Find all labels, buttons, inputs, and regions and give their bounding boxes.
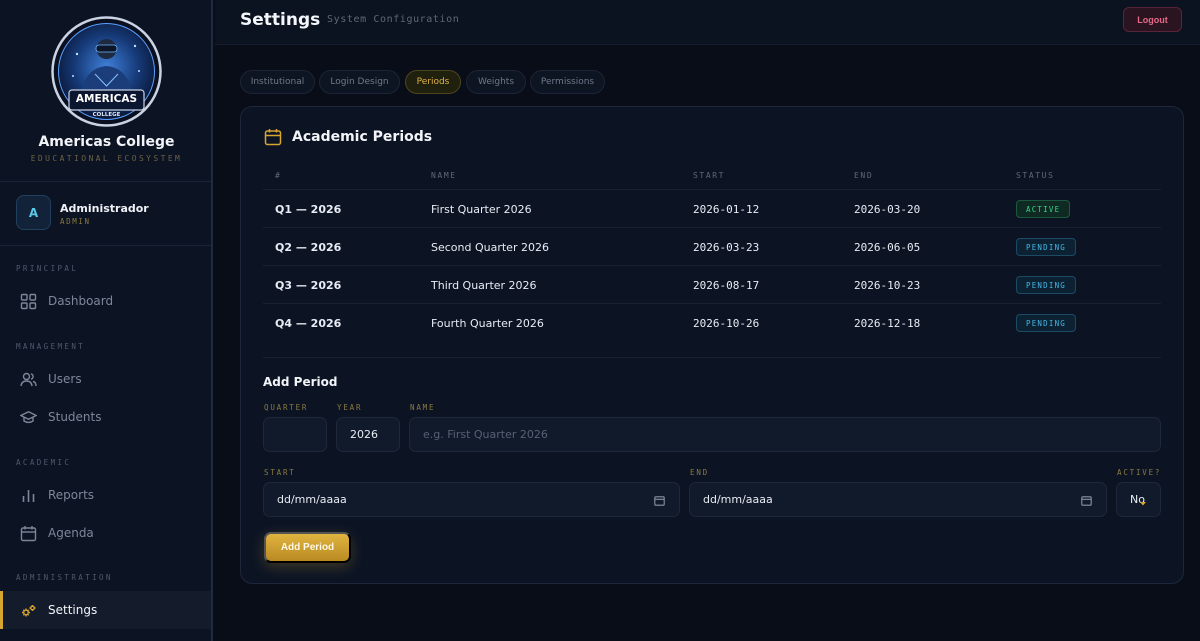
tab-login-design[interactable]: Login Design [319, 70, 400, 94]
period-start: 2026-01-12 [693, 203, 760, 216]
period-name: Fourth Quarter 2026 [431, 317, 544, 330]
tab-periods[interactable]: Periods [405, 70, 461, 94]
period-start: 2026-03-23 [693, 241, 760, 254]
start-date-input[interactable]: dd/mm/aaaa [263, 482, 680, 517]
section-title-administration: ADMINISTRATION [16, 573, 113, 582]
calendar-icon[interactable] [654, 495, 665, 506]
user-role: ADMIN [60, 217, 91, 226]
sidebar-item-agenda[interactable]: Agenda [0, 514, 211, 552]
column-header-number: # [275, 171, 282, 180]
period-end: 2026-12-18 [854, 317, 921, 330]
sidebar-item-reports[interactable]: Reports [0, 476, 211, 514]
status-badge: PENDING [1016, 314, 1077, 332]
users-icon [20, 371, 37, 388]
status-badge: ACTIVE [1016, 200, 1071, 218]
start-date-value: dd/mm/aaaa [277, 493, 347, 506]
card-title: Academic Periods [292, 129, 433, 145]
table-row[interactable]: Q2 — 2026 Second Quarter 2026 2026-03-23… [263, 227, 1161, 265]
chevron-down-icon [1139, 497, 1147, 510]
brand-name: Americas College [38, 134, 175, 150]
column-header-start: START [693, 171, 726, 180]
end-date-input[interactable]: dd/mm/aaaa [689, 482, 1107, 517]
sidebar-item-students[interactable]: Students [0, 398, 211, 436]
logout-button[interactable]: Logout [1123, 7, 1182, 32]
sidebar-divider [0, 245, 211, 246]
period-name: Third Quarter 2026 [431, 279, 537, 292]
user-name: Administrador [60, 202, 149, 215]
settings-icon [20, 602, 37, 619]
bar-chart-icon [20, 487, 37, 504]
period-name: Second Quarter 2026 [431, 241, 549, 254]
table-row[interactable]: Q3 — 2026 Third Quarter 2026 2026-08-17 … [263, 265, 1161, 303]
sidebar-item-label: Dashboard [48, 294, 114, 308]
period-code: Q4 — 2026 [275, 317, 342, 330]
table-row[interactable]: Q1 — 2026 First Quarter 2026 2026-01-12 … [263, 189, 1161, 227]
section-title-academic: ACADEMIC [16, 458, 72, 467]
column-header-status: STATUS [1016, 171, 1055, 180]
sidebar: AMERICAS COLLEGE Americas College EDUCAT… [0, 0, 213, 641]
quarter-input[interactable] [263, 417, 327, 452]
logo-text-americas: AMERICAS [76, 93, 137, 105]
calendar-icon [20, 525, 37, 542]
period-name: First Quarter 2026 [431, 203, 532, 216]
page-subtitle: System Configuration [327, 14, 460, 25]
end-label: END [690, 468, 709, 477]
status-badge: PENDING [1016, 276, 1077, 294]
sidebar-item-label: Agenda [48, 526, 94, 540]
year-label: YEAR [337, 403, 363, 412]
sidebar-item-label: Settings [48, 603, 98, 617]
tab-weights[interactable]: Weights [466, 70, 526, 94]
year-input[interactable]: 2026 [336, 417, 400, 452]
calendar-icon[interactable] [1081, 495, 1092, 506]
name-input[interactable]: e.g. First Quarter 2026 [409, 417, 1161, 452]
tab-institutional[interactable]: Institutional [240, 70, 315, 94]
period-code: Q1 — 2026 [275, 203, 342, 216]
form-divider [263, 357, 1161, 358]
sidebar-item-users[interactable]: Users [0, 360, 211, 398]
sidebar-item-settings[interactable]: Settings [0, 591, 211, 629]
period-end: 2026-03-20 [854, 203, 921, 216]
quarter-label: QUARTER [264, 403, 309, 412]
period-end: 2026-06-05 [854, 241, 921, 254]
sidebar-item-label: Users [48, 372, 82, 386]
logo-text-college: COLLEGE [93, 112, 121, 118]
period-end: 2026-10-23 [854, 279, 921, 292]
period-start: 2026-08-17 [693, 279, 760, 292]
tab-permissions[interactable]: Permissions [530, 70, 605, 94]
page-title: Settings [240, 10, 321, 30]
avatar: A [16, 195, 51, 230]
period-code: Q3 — 2026 [275, 279, 342, 292]
sidebar-item-label: Students [48, 410, 102, 424]
grid-icon [20, 293, 37, 310]
sidebar-divider [0, 181, 211, 182]
end-date-value: dd/mm/aaaa [703, 493, 773, 506]
column-header-name: NAME [431, 171, 457, 180]
section-title-principal: PRINCIPAL [16, 264, 79, 273]
academic-periods-card: Academic Periods # NAME START END STATUS… [240, 106, 1184, 584]
top-header: Settings System Configuration Logout [215, 0, 1200, 45]
start-label: START [264, 468, 296, 477]
section-title-management: MANAGEMENT [16, 342, 86, 351]
status-badge: PENDING [1016, 238, 1077, 256]
add-period-button[interactable]: Add Period [264, 532, 351, 563]
add-period-title: Add Period [263, 375, 338, 389]
period-start: 2026-10-26 [693, 317, 760, 330]
brand-subtitle: EDUCATIONAL ECOSYSTEM [30, 154, 183, 163]
active-label: ACTIVE? [1117, 468, 1162, 477]
period-code: Q2 — 2026 [275, 241, 342, 254]
table-row[interactable]: Q4 — 2026 Fourth Quarter 2026 2026-10-26… [263, 303, 1161, 341]
sidebar-item-dashboard[interactable]: Dashboard [0, 282, 211, 320]
college-logo: AMERICAS COLLEGE [51, 16, 162, 127]
column-header-end: END [854, 171, 874, 180]
sidebar-item-label: Reports [48, 488, 95, 502]
name-label: NAME [410, 403, 436, 412]
active-select[interactable]: No [1116, 482, 1161, 517]
calendar-icon [264, 128, 282, 146]
graduation-cap-icon [19, 409, 38, 426]
